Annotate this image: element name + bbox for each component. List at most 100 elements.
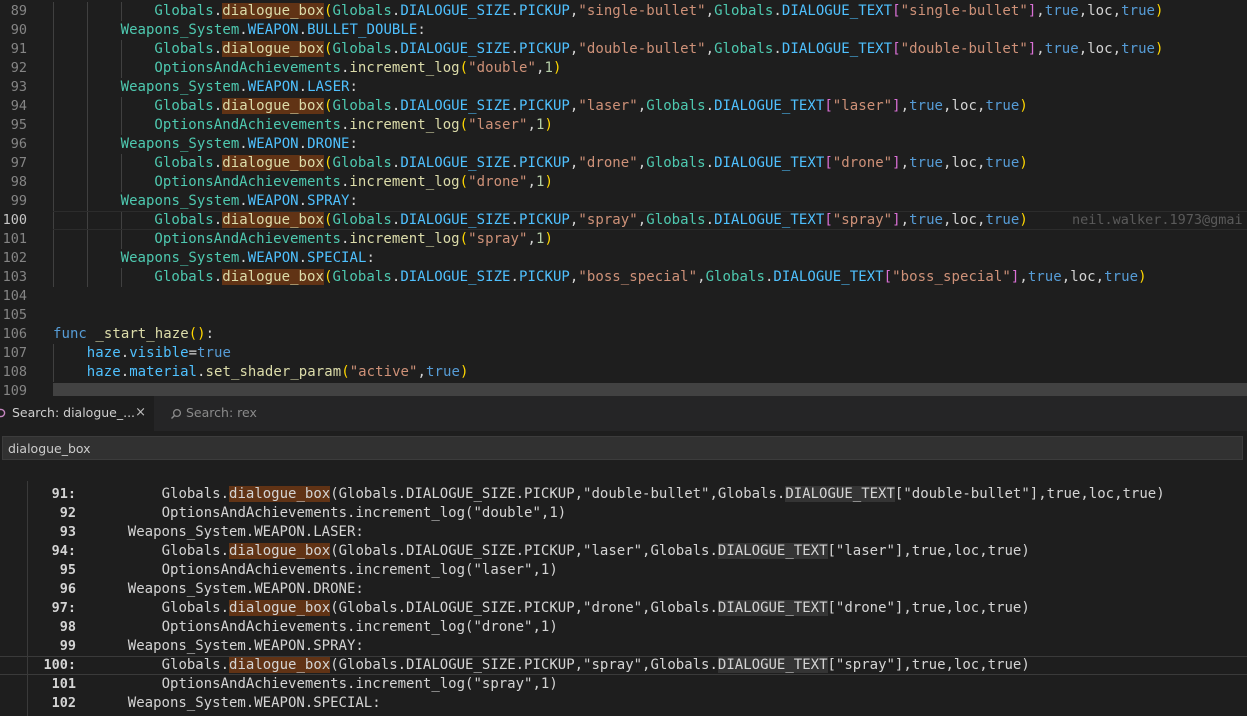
indent-guide: [53, 173, 54, 192]
result-line-number: 96: [59, 581, 76, 597]
search-results[interactable]: 91: Globals.dialogue_box(Globals.DIALOGUE…: [0, 481, 1247, 716]
indent-guide: [86, 173, 88, 192]
result-line-number: 93: [59, 524, 76, 540]
indent-guide: [86, 230, 88, 249]
horizontal-scrollbar[interactable]: [53, 383, 1247, 396]
result-row[interactable]: 96 Weapons_System.WEAPON.DRONE:: [0, 580, 1247, 599]
code-text: Weapons_System.WEAPON.BULLET_DOUBLE:: [120, 22, 426, 38]
line-number: 106: [2, 326, 27, 342]
result-row[interactable]: 92 OptionsAndAchievements.increment_log("…: [0, 504, 1247, 523]
editor-line[interactable]: 99 Weapons_System.WEAPON.SPRAY:: [0, 192, 1247, 211]
close-icon[interactable]: ×: [135, 396, 146, 429]
result-line-number: 101: [51, 676, 76, 692]
code-editor[interactable]: 89 Globals.dialogue_box(Globals.DIALOGUE_…: [0, 0, 1247, 396]
code-text: Weapons_System.WEAPON.LASER:: [120, 79, 359, 95]
indent-guide: [86, 116, 88, 135]
result-text: OptionsAndAchievements.increment_log("do…: [161, 505, 567, 521]
tab-search-rex[interactable]: Search: rex: [166, 396, 280, 431]
result-row[interactable]: 95 OptionsAndAchievements.increment_log("…: [0, 561, 1247, 580]
line-number: 108: [2, 364, 27, 380]
editor-line[interactable]: 91 Globals.dialogue_box(Globals.DIALOGUE_…: [0, 40, 1247, 59]
indent-guide: [53, 116, 54, 135]
indent-guide: [53, 230, 54, 249]
code-text: Weapons_System.WEAPON.SPRAY:: [120, 193, 359, 209]
editor-line[interactable]: 98 OptionsAndAchievements.increment_log("…: [0, 173, 1247, 192]
indent-guide: [53, 135, 54, 154]
editor-line[interactable]: 90 Weapons_System.WEAPON.BULLET_DOUBLE:: [0, 21, 1247, 40]
indent-guide: [53, 2, 54, 21]
result-text: Globals.dialogue_box(Globals.DIALOGUE_SI…: [161, 657, 1030, 673]
editor-line[interactable]: 94 Globals.dialogue_box(Globals.DIALOGUE_…: [0, 97, 1247, 116]
indent-guide: [53, 344, 54, 363]
tab-search-dialogue[interactable]: Search: dialogue_... ×: [0, 396, 154, 431]
indent-guide: [53, 192, 54, 211]
editor-line[interactable]: 103 Globals.dialogue_box(Globals.DIALOGUE…: [0, 268, 1247, 287]
line-number: 102: [2, 250, 27, 266]
search-input[interactable]: [2, 436, 1243, 460]
indent-guide: [53, 268, 54, 287]
result-row[interactable]: 101 OptionsAndAchievements.increment_log(…: [0, 675, 1247, 694]
result-row[interactable]: 102 Weapons_System.WEAPON.SPECIAL:: [0, 694, 1247, 713]
result-line-number: 97:: [51, 600, 76, 616]
search-bar: [0, 431, 1247, 481]
indent-guide: [86, 249, 88, 268]
editor-line[interactable]: 100 Globals.dialogue_box(Globals.DIALOGUE…: [0, 211, 1247, 230]
editor-line[interactable]: 95 OptionsAndAchievements.increment_log("…: [0, 116, 1247, 135]
line-number: 107: [2, 345, 27, 361]
line-number: 95: [10, 117, 27, 133]
indent-guide: [86, 268, 88, 287]
result-row[interactable]: 93 Weapons_System.WEAPON.LASER:: [0, 523, 1247, 542]
indent-guide: [53, 249, 54, 268]
line-number: 98: [10, 174, 27, 190]
line-number: 94: [10, 98, 27, 114]
result-row[interactable]: 97: Globals.dialogue_box(Globals.DIALOGUE…: [0, 599, 1247, 618]
editor-line[interactable]: 104: [0, 287, 1247, 306]
editor-line[interactable]: 96 Weapons_System.WEAPON.DRONE:: [0, 135, 1247, 154]
result-line-number: 95: [59, 562, 76, 578]
editor-line[interactable]: 97 Globals.dialogue_box(Globals.DIALOGUE_…: [0, 154, 1247, 173]
editor-line[interactable]: 102 Weapons_System.WEAPON.SPECIAL:: [0, 249, 1247, 268]
editor-line[interactable]: 93 Weapons_System.WEAPON.LASER:: [0, 78, 1247, 97]
result-row[interactable]: 98 OptionsAndAchievements.increment_log("…: [0, 618, 1247, 637]
code-text: Globals.dialogue_box(Globals.DIALOGUE_SI…: [154, 41, 1164, 57]
result-text: OptionsAndAchievements.increment_log("dr…: [161, 619, 558, 635]
result-line-number: 98: [59, 619, 76, 635]
result-text: Weapons_System.WEAPON.SPECIAL:: [127, 695, 381, 711]
editor-line[interactable]: 92 OptionsAndAchievements.increment_log("…: [0, 59, 1247, 78]
tab-label: Search: rex: [186, 405, 257, 420]
indent-guide: [53, 59, 54, 78]
editor-line[interactable]: 107 haze.visible=true: [0, 344, 1247, 363]
editor-line[interactable]: 106 func _start_haze():: [0, 325, 1247, 344]
code-text: Globals.dialogue_box(Globals.DIALOGUE_SI…: [154, 155, 1028, 171]
indent-guide: [120, 2, 122, 21]
result-row[interactable]: 100: Globals.dialogue_box(Globals.DIALOGU…: [0, 656, 1247, 675]
indent-guide: [53, 211, 54, 230]
code-text: OptionsAndAchievements.increment_log("la…: [154, 117, 553, 133]
indent-guide: [120, 59, 122, 78]
indent-guide: [86, 211, 88, 230]
result-text: OptionsAndAchievements.increment_log("la…: [161, 562, 558, 578]
indent-guide: [120, 154, 122, 173]
line-number: 101: [2, 231, 27, 247]
editor-line[interactable]: 89 Globals.dialogue_box(Globals.DIALOGUE_…: [0, 2, 1247, 21]
result-text: Globals.dialogue_box(Globals.DIALOGUE_SI…: [161, 600, 1030, 616]
indent-guide: [120, 116, 122, 135]
code-text: Globals.dialogue_box(Globals.DIALOGUE_SI…: [154, 98, 1028, 114]
code-text: Globals.dialogue_box(Globals.DIALOGUE_SI…: [154, 3, 1164, 19]
result-row[interactable]: 91: Globals.dialogue_box(Globals.DIALOGUE…: [0, 485, 1247, 504]
result-text: OptionsAndAchievements.increment_log("sp…: [161, 676, 558, 692]
line-number: 105: [2, 307, 27, 323]
line-number: 99: [10, 193, 27, 209]
result-line-number: 100:: [43, 657, 76, 673]
indent-guide: [86, 59, 88, 78]
result-row[interactable]: 94: Globals.dialogue_box(Globals.DIALOGUE…: [0, 542, 1247, 561]
editor-line[interactable]: 101 OptionsAndAchievements.increment_log(…: [0, 230, 1247, 249]
editor-line[interactable]: 105: [0, 306, 1247, 325]
result-text: Weapons_System.WEAPON.DRONE:: [127, 581, 364, 597]
result-row[interactable]: 99 Weapons_System.WEAPON.SPRAY:: [0, 637, 1247, 656]
indent-guide: [120, 97, 122, 116]
line-number: 97: [10, 155, 27, 171]
editor-line[interactable]: 108 haze.material.set_shader_param("activ…: [0, 363, 1247, 382]
result-text: Weapons_System.WEAPON.SPRAY:: [127, 638, 364, 654]
panel-tab-bar: Search: dialogue_... × Search: rex: [0, 396, 1247, 431]
